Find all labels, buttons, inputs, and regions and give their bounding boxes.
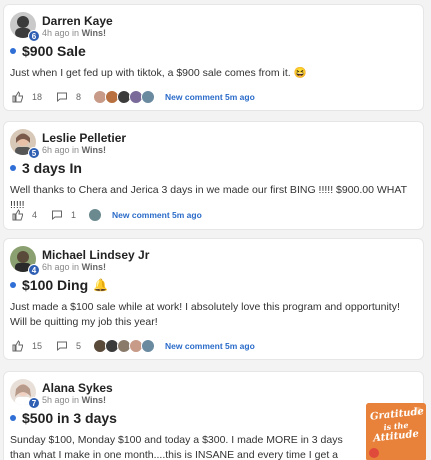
commenter-avatars [93,90,156,104]
commenter-avatars [93,339,156,353]
comment-count: 1 [71,210,77,220]
new-comment-link[interactable]: New comment 5m ago [165,92,255,102]
level-badge: 7 [28,397,40,409]
post-title[interactable]: 3 days In [22,160,82,176]
post-thumbnail-image[interactable]: Gratitude is the Attitude [366,403,426,460]
post-title-row[interactable]: 3 days In [10,160,82,176]
like-icon[interactable] [12,340,24,352]
like-count: 15 [32,341,43,351]
post-time: 6h ago in [42,145,80,155]
like-count: 4 [32,210,38,220]
category-link[interactable]: Wins! [82,145,106,155]
comment-icon[interactable] [51,209,63,221]
post-title-row[interactable]: $500 in 3 days [10,410,117,426]
like-count: 18 [32,92,43,102]
post-title[interactable]: $100 Ding [22,277,88,293]
post-body: Sunday $100, Monday $100 and today a $30… [10,434,343,460]
post-body: Just made a $100 sale while at work! I a… [10,301,400,328]
post-meta: 6h ago in Wins! [42,262,106,272]
comment-icon[interactable] [56,91,68,103]
post-title[interactable]: $500 in 3 days [22,410,117,426]
post-actions: 18 8 New comment 5m ago [12,90,255,104]
post-card[interactable]: 5 Leslie Pelletier 6h ago in Wins! 3 day… [3,121,424,230]
post-title-row[interactable]: $100 Ding 🔔 [10,277,108,293]
level-badge: 4 [28,264,40,276]
post-card[interactable]: 7 Alana Sykes 5h ago in Wins! $500 in 3 … [3,371,424,460]
unread-dot [10,48,16,54]
post-card[interactable]: 6 Darren Kaye 4h ago in Wins! $900 Sale … [3,4,424,111]
author-name[interactable]: Leslie Pelletier [42,131,126,145]
comment-icon[interactable] [56,340,68,352]
post-title[interactable]: $900 Sale [22,43,86,59]
category-link[interactable]: Wins! [82,395,106,405]
commenter-avatars [88,208,103,222]
unread-dot [10,165,16,171]
post-time: 6h ago in [42,262,80,272]
avatar[interactable] [141,90,156,104]
unread-dot [10,415,16,421]
post-time: 4h ago in [42,28,80,38]
bell-icon: 🔔 [93,278,109,292]
post-card[interactable]: 4 Michael Lindsey Jr 6h ago in Wins! $10… [3,238,424,360]
avatar[interactable] [141,339,156,353]
post-actions: 15 5 New comment 5m ago [12,339,255,353]
category-link[interactable]: Wins! [82,262,106,272]
like-icon[interactable] [12,209,24,221]
category-link[interactable]: Wins! [82,28,106,38]
new-comment-link[interactable]: New comment 5m ago [112,210,202,220]
level-badge: 5 [28,147,40,159]
author-name[interactable]: Michael Lindsey Jr [42,248,149,262]
post-meta: 5h ago in Wins! [42,395,106,405]
author-name[interactable]: Darren Kaye [42,14,113,28]
post-meta: 4h ago in Wins! [42,28,106,38]
comment-count: 8 [76,92,82,102]
post-actions: 4 1 New comment 5m ago [12,208,202,222]
new-comment-link[interactable]: New comment 5m ago [165,341,255,351]
comment-count: 5 [76,341,82,351]
avatar[interactable] [88,208,103,222]
post-time: 5h ago in [42,395,80,405]
unread-dot [10,282,16,288]
post-meta: 6h ago in Wins! [42,145,106,155]
author-name[interactable]: Alana Sykes [42,381,113,395]
post-title-row[interactable]: $900 Sale [10,43,86,59]
level-badge: 6 [28,30,40,42]
like-icon[interactable] [12,91,24,103]
post-body: Just when I get fed up with tiktok, a $9… [10,67,307,79]
